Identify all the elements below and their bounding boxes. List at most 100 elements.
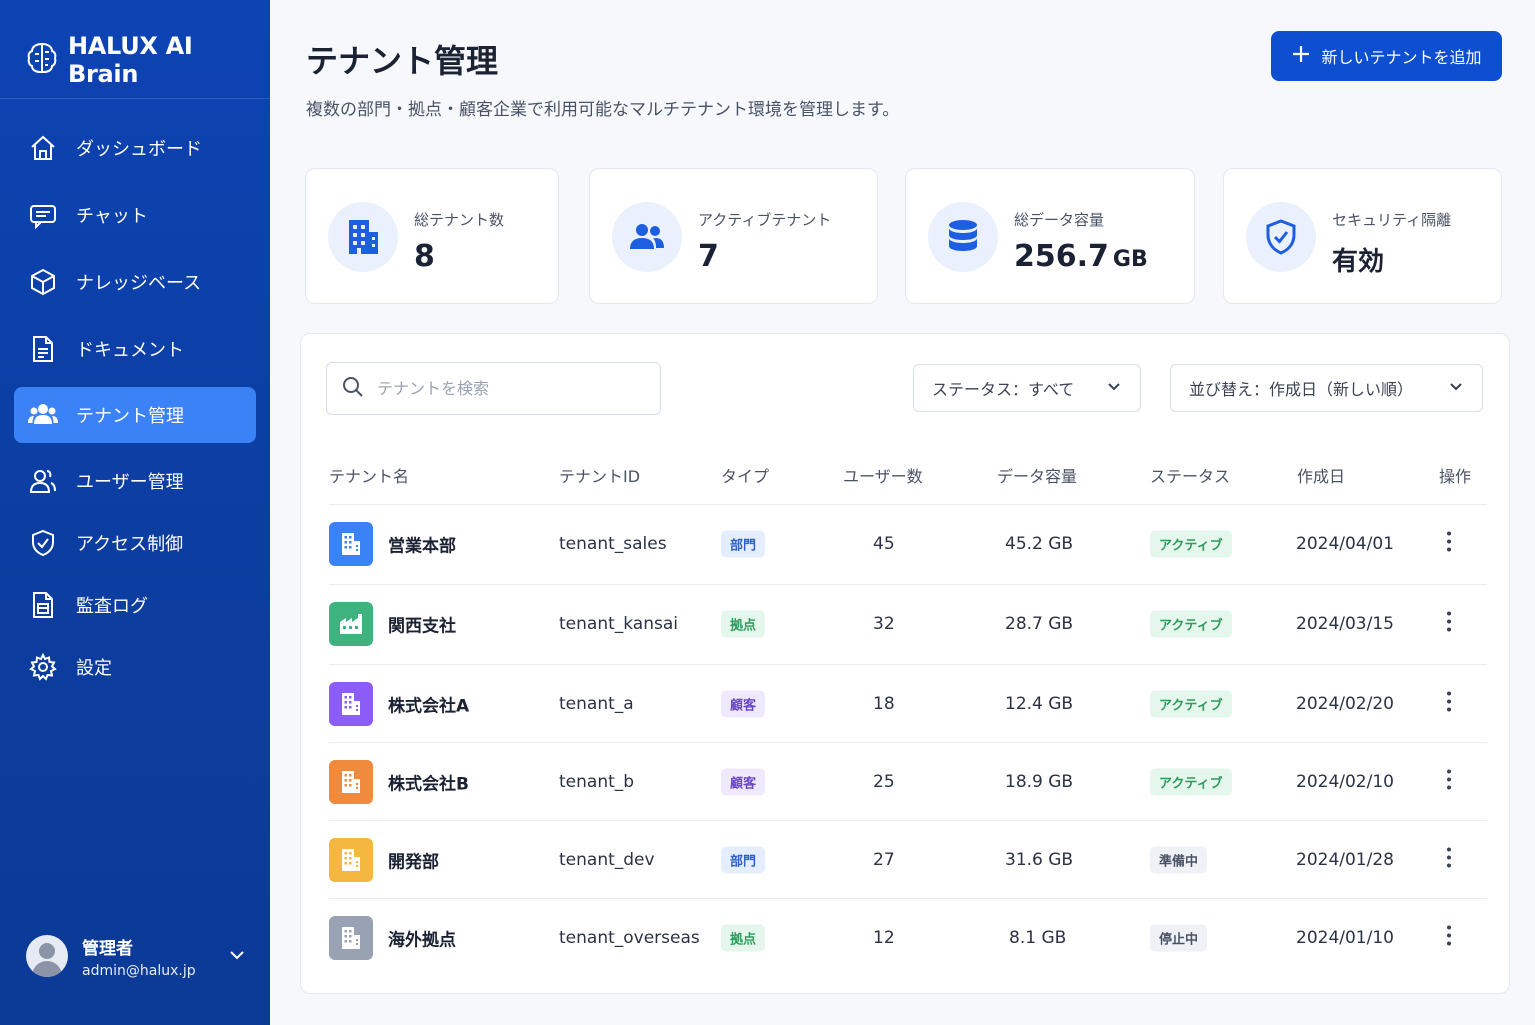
stat-label: アクティブテナント — [698, 211, 832, 229]
column-header: 操作 — [1439, 467, 1472, 486]
chevron-down-icon — [1448, 378, 1464, 398]
sort-dropdown[interactable]: 並び替え：作成日（新しい順） — [1170, 364, 1483, 412]
sidebar: HALUX AI Brain ダッシュボード チャット ナレッジベース ドキュメ… — [0, 0, 270, 1025]
users-icon — [612, 202, 682, 272]
user-count: 32 — [873, 613, 895, 634]
type-badge: 拠点 — [721, 924, 766, 951]
created-date: 2024/03/15 — [1296, 613, 1394, 634]
data-size: 18.9 GB — [1005, 771, 1074, 792]
data-size: 45.2 GB — [1005, 533, 1074, 554]
column-header[interactable]: ユーザー数 — [843, 463, 923, 487]
status-filter-label: ステータス：すべて — [932, 380, 1075, 399]
user-count: 45 — [873, 533, 895, 554]
more-actions-icon[interactable] — [1445, 924, 1453, 951]
add-tenant-label: 新しいテナントを追加 — [1321, 48, 1482, 67]
chat-icon — [28, 200, 58, 230]
add-tenant-button[interactable]: 新しいテナントを追加 — [1271, 31, 1502, 81]
column-header[interactable]: データ容量 — [997, 463, 1077, 487]
data-size: 31.6 GB — [1005, 849, 1074, 870]
tenant-id: tenant_overseas — [559, 927, 700, 948]
table-row[interactable]: 株式会社A tenant_a 顧客 18 12.4 GB アクティブ 2024/… — [329, 664, 1487, 742]
status-filter-dropdown[interactable]: ステータス：すべて — [913, 364, 1141, 412]
stat-card-security-isolation: セキュリティ隔離 有効 — [1223, 168, 1502, 304]
table-row[interactable]: 海外拠点 tenant_overseas 拠点 12 8.1 GB 停止中 20… — [329, 898, 1487, 976]
tenant-id: tenant_b — [559, 771, 635, 792]
stat-value: 7 — [698, 239, 719, 274]
database-icon — [928, 202, 998, 272]
type-badge: 顧客 — [721, 690, 766, 717]
more-actions-icon[interactable] — [1445, 768, 1453, 795]
column-header[interactable]: 作成日 — [1297, 463, 1345, 487]
sidebar-item-audit-log[interactable]: 監査ログ — [14, 577, 256, 633]
more-actions-icon[interactable] — [1445, 610, 1453, 637]
gear-icon — [28, 652, 58, 682]
stat-label: セキュリティ隔離 — [1332, 211, 1452, 229]
status-badge: アクティブ — [1150, 530, 1232, 557]
more-actions-icon[interactable] — [1445, 690, 1453, 717]
stat-value: 8 — [414, 239, 435, 274]
sidebar-item-label: 監査ログ — [76, 596, 148, 617]
tenant-id: tenant_kansai — [559, 613, 678, 634]
cube-icon — [28, 267, 58, 297]
factory-icon — [329, 601, 373, 646]
shield-check-icon — [1246, 202, 1316, 272]
user-count: 27 — [873, 849, 895, 870]
sidebar-item-settings[interactable]: 設定 — [14, 639, 256, 695]
column-header[interactable]: テナント名 — [329, 463, 409, 487]
brand[interactable]: HALUX AI Brain — [26, 32, 270, 88]
sort-label: 並び替え：作成日（新しい順） — [1189, 380, 1414, 399]
sidebar-item-label: ダッシュボード — [76, 139, 202, 160]
status-badge: アクティブ — [1150, 610, 1232, 637]
sidebar-item-label: チャット — [76, 206, 148, 227]
chevron-down-icon[interactable] — [228, 946, 246, 968]
more-actions-icon[interactable] — [1445, 530, 1453, 557]
tenant-name[interactable]: 株式会社A — [388, 691, 469, 716]
sidebar-item-tenants[interactable]: テナント管理 — [14, 387, 256, 443]
tenant-name[interactable]: 関西支社 — [388, 611, 456, 636]
more-actions-icon[interactable] — [1445, 846, 1453, 873]
type-badge: 拠点 — [721, 610, 766, 637]
building-icon — [328, 202, 398, 272]
avatar — [26, 935, 68, 977]
table-row[interactable]: 株式会社B tenant_b 顧客 25 18.9 GB アクティブ 2024/… — [329, 742, 1487, 820]
data-size: 8.1 GB — [1009, 927, 1067, 948]
tenant-name[interactable]: 営業本部 — [388, 531, 456, 556]
sidebar-item-documents[interactable]: ドキュメント — [14, 321, 256, 377]
user-menu[interactable]: 管理者 admin@halux.jp — [26, 928, 246, 984]
column-header[interactable]: ステータス — [1150, 463, 1230, 487]
column-header[interactable]: テナントID — [559, 463, 640, 487]
tenant-id: tenant_sales — [559, 533, 667, 554]
search-icon — [341, 375, 365, 403]
user-count: 25 — [873, 771, 895, 792]
table-row[interactable]: 営業本部 tenant_sales 部門 45 45.2 GB アクティブ 20… — [329, 504, 1487, 582]
tenant-id: tenant_a — [559, 693, 634, 714]
search-input[interactable] — [377, 379, 637, 398]
sidebar-item-knowledge-base[interactable]: ナレッジベース — [14, 254, 256, 310]
stat-label: 総データ容量 — [1014, 211, 1105, 229]
type-badge: 顧客 — [721, 768, 766, 795]
sidebar-item-label: ドキュメント — [76, 340, 184, 361]
stat-card-total-data: 総データ容量 256.7 GB — [905, 168, 1195, 304]
log-icon — [28, 590, 58, 620]
sidebar-item-label: ナレッジベース — [76, 273, 202, 294]
created-date: 2024/01/10 — [1296, 927, 1394, 948]
tenant-name[interactable]: 開発部 — [388, 847, 439, 872]
column-header[interactable]: タイプ — [721, 463, 769, 487]
document-icon — [28, 334, 58, 364]
building-icon — [329, 915, 373, 960]
search-box[interactable] — [326, 362, 661, 415]
sidebar-item-dashboard[interactable]: ダッシュボード — [14, 120, 256, 176]
sidebar-item-chat[interactable]: チャット — [14, 187, 256, 243]
tenant-name[interactable]: 株式会社B — [388, 769, 469, 794]
tenant-name[interactable]: 海外拠点 — [388, 925, 456, 950]
users-icon — [28, 400, 58, 430]
user-icon — [28, 466, 58, 496]
table-row[interactable]: 関西支社 tenant_kansai 拠点 32 28.7 GB アクティブ 2… — [329, 584, 1487, 662]
sidebar-item-users[interactable]: ユーザー管理 — [14, 453, 256, 509]
status-badge: アクティブ — [1150, 768, 1232, 795]
sidebar-item-access-control[interactable]: アクセス制御 — [14, 515, 256, 571]
data-size: 28.7 GB — [1005, 613, 1074, 634]
shield-icon — [28, 528, 58, 558]
user-name: 管理者 — [82, 938, 133, 959]
table-row[interactable]: 開発部 tenant_dev 部門 27 31.6 GB 準備中 2024/01… — [329, 820, 1487, 898]
